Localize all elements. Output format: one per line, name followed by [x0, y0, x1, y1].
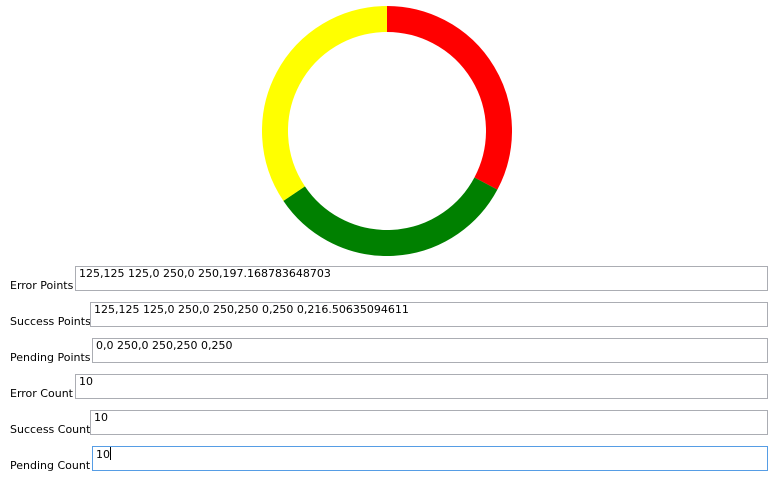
error-count-input[interactable]: 10	[75, 374, 768, 399]
error-count-label: Error Count	[10, 387, 73, 400]
success-points-label: Success Points	[10, 315, 91, 328]
error-count-row: Error Count 10	[0, 374, 775, 404]
status-ring-chart	[262, 6, 512, 256]
pending-count-value: 10	[96, 448, 110, 461]
success-count-input[interactable]: 10	[90, 410, 768, 435]
pending-points-row: Pending Points 0,0 250,0 250,250 0,250	[0, 338, 775, 368]
pending-count-input[interactable]: 10	[92, 446, 768, 471]
pending-points-input[interactable]: 0,0 250,0 250,250 0,250	[92, 338, 768, 363]
pending-count-row: Pending Count 10	[0, 446, 775, 476]
error-points-row: Error Points 125,125 125,0 250,0 250,197…	[0, 266, 775, 296]
pending-segment	[262, 6, 388, 201]
error-points-label: Error Points	[10, 279, 74, 292]
success-points-input[interactable]: 125,125 125,0 250,0 250,250 0,250 0,216.…	[90, 302, 768, 327]
success-points-row: Success Points 125,125 125,0 250,0 250,2…	[0, 302, 775, 332]
success-count-label: Success Count	[10, 423, 91, 436]
pending-count-label: Pending Count	[10, 459, 91, 472]
error-segment	[386, 6, 512, 190]
success-count-row: Success Count 10	[0, 410, 775, 440]
error-points-input[interactable]: 125,125 125,0 250,0 250,197.168783648703	[75, 266, 768, 291]
success-segment	[283, 177, 498, 256]
text-caret	[110, 447, 111, 460]
pending-points-label: Pending Points	[10, 351, 91, 364]
